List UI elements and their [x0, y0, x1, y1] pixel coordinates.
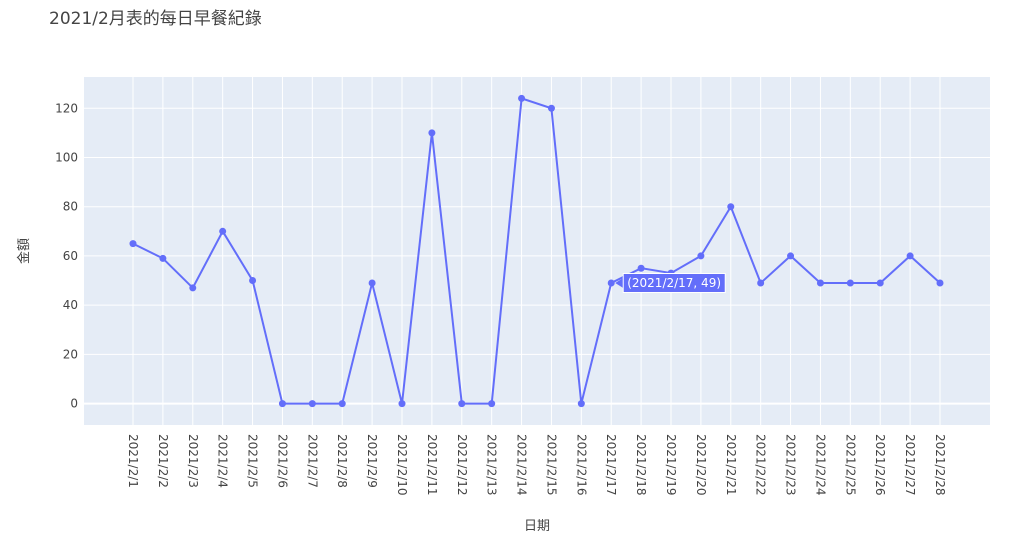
data-point[interactable]	[129, 240, 137, 248]
data-point[interactable]	[846, 279, 854, 287]
data-point[interactable]	[488, 400, 496, 408]
x-tick-label: 2021/2/25	[843, 434, 857, 496]
hover-tooltip: (2021/2/17, 49)	[615, 272, 726, 293]
data-point[interactable]	[249, 277, 257, 285]
x-tick-label: 2021/2/7	[305, 434, 319, 488]
y-tick-label: 60	[63, 249, 78, 263]
data-point[interactable]	[189, 284, 197, 292]
x-tick-label: 2021/2/19	[664, 434, 678, 496]
data-point[interactable]	[547, 104, 555, 112]
data-point[interactable]	[458, 400, 466, 408]
x-tick-label: 2021/2/15	[544, 434, 558, 496]
y-tick-label: 100	[55, 150, 78, 164]
data-point[interactable]	[936, 279, 944, 287]
data-point[interactable]	[727, 203, 735, 211]
x-tick-label: 2021/2/22	[754, 434, 768, 496]
x-tick-label: 2021/2/16	[574, 434, 588, 496]
data-point[interactable]	[278, 400, 286, 408]
x-tick-label: 2021/2/11	[425, 434, 439, 496]
x-tick-label: 2021/2/27	[903, 434, 917, 496]
data-point[interactable]	[219, 227, 227, 235]
data-point[interactable]	[697, 252, 705, 260]
data-point[interactable]	[876, 279, 884, 287]
x-tick-label: 2021/2/5	[246, 434, 260, 488]
data-point[interactable]	[338, 400, 346, 408]
x-axis-ticks: 2021/2/1 2021/2/2 2021/2/3 2021/2/4 2021/2/5…	[126, 434, 947, 496]
line-chart[interactable]: 0 20 40 60 80 100 120 2021/2/1 2021/2/2 2021/2/3…	[0, 0, 1012, 539]
y-axis-title: 金額	[16, 238, 32, 264]
x-tick-label: 2021/2/21	[724, 434, 738, 496]
x-tick-label: 2021/2/23	[784, 434, 798, 496]
data-point[interactable]	[787, 252, 795, 260]
data-point[interactable]	[757, 279, 765, 287]
data-point[interactable]	[159, 254, 167, 262]
data-point[interactable]	[518, 94, 526, 102]
y-tick-label: 40	[63, 298, 78, 312]
data-point[interactable]	[577, 400, 585, 408]
x-tick-label: 2021/2/1	[126, 434, 140, 488]
x-tick-label: 2021/2/13	[485, 434, 499, 496]
x-tick-label: 2021/2/17	[604, 434, 618, 496]
y-tick-label: 120	[55, 101, 78, 115]
y-tick-label: 0	[70, 397, 78, 411]
x-tick-label: 2021/2/4	[216, 434, 230, 488]
data-point[interactable]	[637, 264, 645, 272]
x-tick-label: 2021/2/18	[634, 434, 648, 496]
x-tick-label: 2021/2/24	[813, 434, 827, 496]
y-tick-label: 20	[63, 347, 78, 361]
x-tick-label: 2021/2/14	[515, 434, 529, 496]
data-point[interactable]	[816, 279, 824, 287]
data-point[interactable]	[308, 400, 316, 408]
y-axis-ticks: 0 20 40 60 80 100 120	[55, 101, 78, 410]
plot-area[interactable]	[84, 77, 990, 425]
tooltip-label: (2021/2/17, 49)	[627, 276, 721, 290]
x-tick-label: 2021/2/3	[186, 434, 200, 488]
x-tick-label: 2021/2/9	[365, 434, 379, 488]
data-point[interactable]	[607, 279, 615, 287]
y-tick-label: 80	[63, 200, 78, 214]
x-axis-title: 日期	[524, 519, 550, 534]
x-tick-label: 2021/2/20	[694, 434, 708, 496]
x-tick-label: 2021/2/26	[873, 434, 887, 496]
data-point[interactable]	[368, 279, 376, 287]
x-tick-label: 2021/2/8	[335, 434, 349, 488]
x-tick-label: 2021/2/10	[395, 434, 409, 496]
x-tick-label: 2021/2/2	[156, 434, 170, 488]
data-point[interactable]	[906, 252, 914, 260]
x-tick-label: 2021/2/6	[275, 434, 289, 488]
x-tick-label: 2021/2/12	[455, 434, 469, 496]
x-tick-label: 2021/2/28	[933, 434, 947, 496]
data-point[interactable]	[428, 129, 436, 137]
data-point[interactable]	[398, 400, 406, 408]
